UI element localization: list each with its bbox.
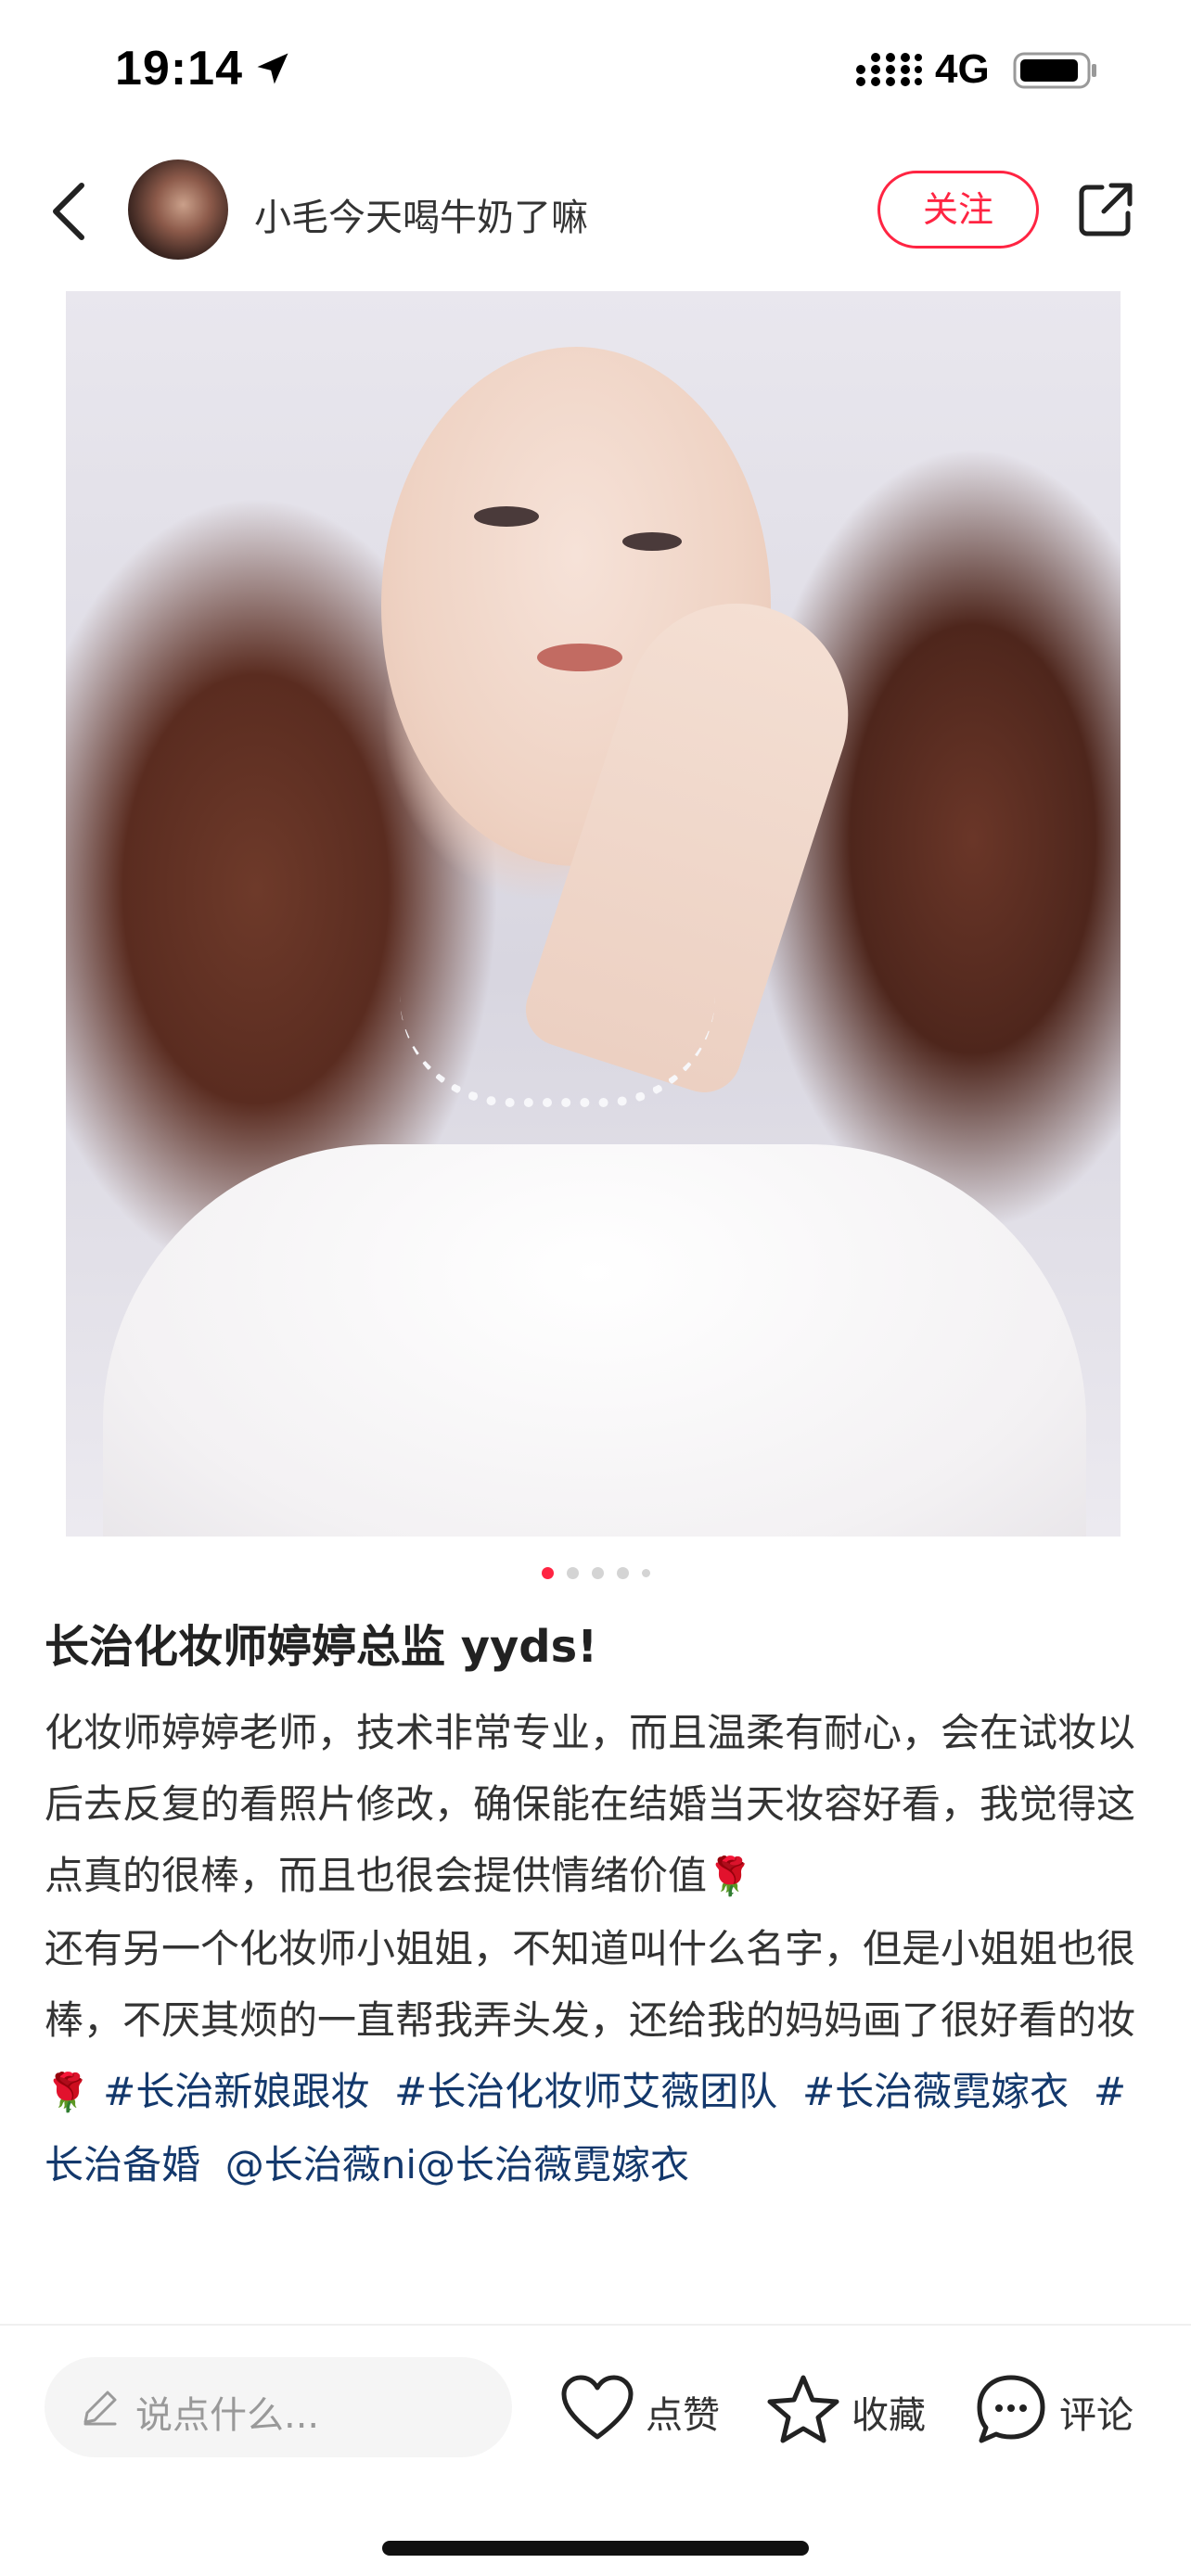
mention-link[interactable]: @长治薇ni@长治薇霓嫁衣	[225, 2142, 689, 2187]
photo-eye-shape	[622, 532, 682, 551]
pencil-icon	[83, 2391, 117, 2426]
pagination-dot	[642, 1569, 650, 1577]
pagination-dot	[592, 1567, 604, 1579]
status-bar: 19:14 4G	[0, 0, 1191, 139]
home-indicator[interactable]	[382, 2541, 809, 2556]
image-pagination	[0, 1563, 1191, 1582]
rose-emoji: 🌹	[45, 2072, 91, 2114]
collect-button[interactable]: 收藏	[766, 2368, 933, 2446]
heart-icon	[561, 2375, 634, 2440]
comment-placeholder: 说点什么...	[135, 2394, 320, 2437]
post-paragraph-2: 还有另一个化妆师小姐姐，不知道叫什么名字，但是小姐姐也很棒，不厌其烦的一直帮我弄…	[45, 1926, 1136, 2187]
photo-dress-shape	[103, 1144, 1086, 1537]
post-paragraph-1: 化妆师婷婷老师，技术非常专业，而且温柔有耐心，会在试妆以后去反复的看照片修改，确…	[45, 1710, 1136, 1898]
comment-bubble-icon	[977, 2375, 1045, 2443]
star-icon	[767, 2375, 839, 2443]
post-body: 化妆师婷婷老师，技术非常专业，而且温柔有耐心，会在试妆以后去反复的看照片修改，确…	[45, 1697, 1154, 2324]
comment-input[interactable]: 说点什么...	[45, 2357, 512, 2457]
location-arrow-icon	[257, 53, 288, 84]
bottom-action-bar: 说点什么... 点赞 收藏 评论	[0, 2324, 1191, 2576]
comment-label: 评论	[1059, 2394, 1133, 2437]
pagination-dot	[567, 1567, 579, 1579]
battery-icon	[1013, 52, 1096, 89]
follow-button[interactable]: 关注	[877, 171, 1039, 249]
back-icon[interactable]	[46, 180, 91, 243]
hashtag-link[interactable]: #长治化妆师艾薇团队	[394, 2069, 777, 2114]
post-photo[interactable]	[66, 291, 1121, 1537]
hashtag-link[interactable]: #长治新娘跟妆	[103, 2069, 369, 2114]
post-header: 小毛今天喝牛奶了嘛 关注	[0, 148, 1191, 274]
signal-icon	[856, 53, 922, 86]
pagination-dot	[542, 1567, 554, 1579]
rose-emoji: 🌹	[707, 1855, 753, 1898]
like-button[interactable]: 点赞	[560, 2368, 727, 2446]
photo-eye-shape	[474, 506, 539, 527]
pagination-dot	[617, 1567, 629, 1579]
author-name[interactable]: 小毛今天喝牛奶了嘛	[254, 187, 588, 241]
hashtag-link[interactable]: #长治薇霓嫁衣	[802, 2069, 1069, 2114]
photo-lips-shape	[537, 644, 622, 671]
collect-label: 收藏	[852, 2394, 926, 2437]
post-title: 长治化妆师婷婷总监 yyds!	[45, 1621, 598, 1673]
status-time: 19:14	[115, 42, 243, 96]
share-icon[interactable]	[1076, 180, 1135, 239]
author-avatar[interactable]	[128, 159, 228, 260]
like-label: 点赞	[646, 2394, 720, 2437]
network-type: 4G	[935, 46, 990, 92]
photo-necklace-shape	[400, 996, 715, 1107]
comment-button[interactable]: 评论	[974, 2368, 1150, 2446]
